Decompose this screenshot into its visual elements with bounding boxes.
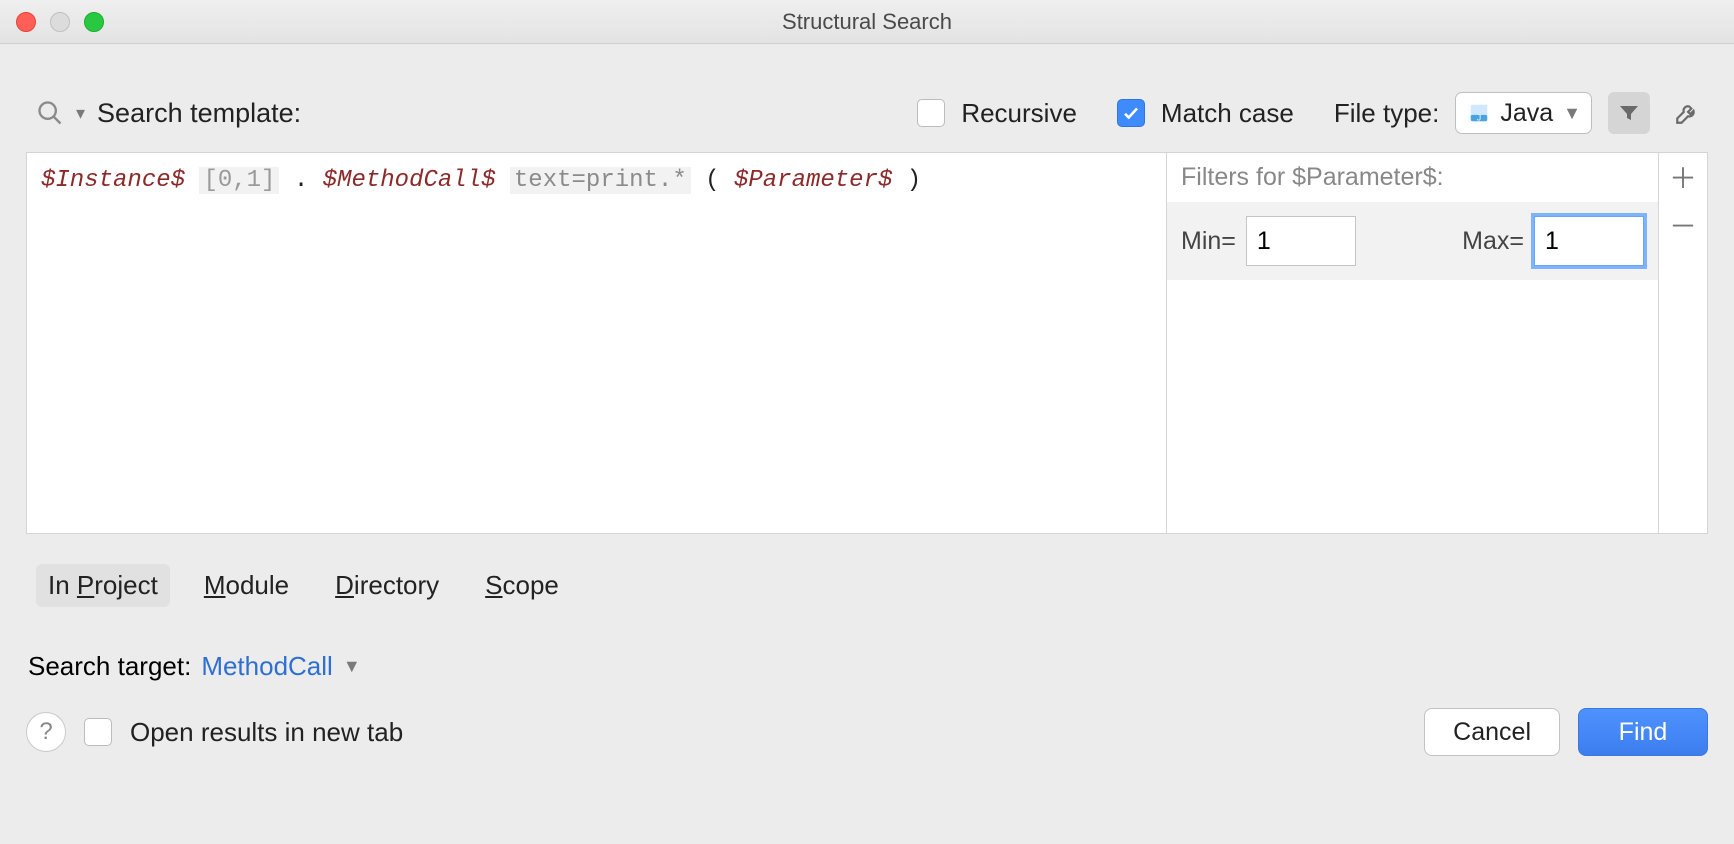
rparen: ) bbox=[907, 167, 921, 194]
tab-scope-post: cope bbox=[503, 570, 559, 600]
tab-in-project-u: P bbox=[77, 570, 94, 600]
lparen: ( bbox=[705, 167, 719, 194]
tab-directory-post: irectory bbox=[354, 570, 439, 600]
remove-filter-button[interactable]: － bbox=[1659, 201, 1707, 249]
filter-side-buttons: ＋ － bbox=[1659, 153, 1707, 533]
template-editor[interactable]: $Instance$ [0,1] . $MethodCall$ text=pri… bbox=[27, 153, 1167, 533]
filters-panel: Filters for $Parameter$: Min= Max= bbox=[1167, 153, 1659, 533]
recursive-label: Recursive bbox=[961, 98, 1077, 129]
tab-directory-u: D bbox=[335, 570, 354, 600]
min-input[interactable] bbox=[1246, 216, 1356, 266]
recursive-checkbox[interactable] bbox=[917, 99, 945, 127]
tab-in-project[interactable]: In Project bbox=[36, 564, 170, 607]
file-type-label: File type: bbox=[1334, 98, 1440, 129]
tab-directory[interactable]: Directory bbox=[323, 564, 451, 607]
tab-in-project-pre: In bbox=[48, 570, 77, 600]
open-new-tab-checkbox[interactable] bbox=[84, 718, 112, 746]
find-button[interactable]: Find bbox=[1578, 708, 1708, 756]
tools-button[interactable] bbox=[1666, 92, 1708, 134]
max-label: Max= bbox=[1462, 227, 1524, 256]
tab-module-post: odule bbox=[226, 570, 290, 600]
tab-in-project-post: roject bbox=[94, 570, 158, 600]
search-target-label: Search target: bbox=[28, 651, 191, 682]
var-instance: $Instance$ bbox=[41, 167, 185, 194]
add-filter-button[interactable]: ＋ bbox=[1659, 153, 1707, 201]
scope-tabs: In Project Module Directory Scope bbox=[36, 564, 1708, 607]
max-input[interactable] bbox=[1534, 216, 1644, 266]
search-target-value[interactable]: MethodCall bbox=[201, 651, 333, 682]
chevron-down-icon[interactable]: ▼ bbox=[343, 656, 361, 677]
tab-scope[interactable]: Scope bbox=[473, 564, 571, 607]
title-bar: Structural Search bbox=[0, 0, 1734, 44]
count-filter-row: Min= Max= bbox=[1167, 202, 1658, 280]
search-target-row: Search target: MethodCall ▼ bbox=[28, 651, 1708, 682]
java-file-icon: J bbox=[1468, 102, 1490, 124]
window-title: Structural Search bbox=[0, 9, 1734, 35]
help-button[interactable]: ? bbox=[26, 712, 66, 752]
history-dropdown-icon[interactable]: ▾ bbox=[76, 103, 85, 124]
var-parameter: $Parameter$ bbox=[734, 167, 892, 194]
tab-module[interactable]: Module bbox=[192, 564, 301, 607]
count-instance: [0,1] bbox=[199, 167, 279, 194]
svg-text:J: J bbox=[1477, 113, 1481, 122]
file-type-combo[interactable]: J Java ▼ bbox=[1455, 92, 1592, 134]
tab-scope-u: S bbox=[485, 570, 502, 600]
match-case-label: Match case bbox=[1161, 98, 1294, 129]
dot: . bbox=[294, 167, 308, 194]
filters-title: Filters for $Parameter$: bbox=[1167, 153, 1658, 202]
search-template-label: Search template: bbox=[97, 98, 301, 129]
filter-toggle-button[interactable] bbox=[1608, 92, 1650, 134]
search-icon bbox=[36, 99, 64, 127]
chevron-down-icon: ▼ bbox=[1563, 103, 1581, 124]
header-row: ▾ Search template: Recursive Match case … bbox=[36, 92, 1708, 134]
tab-module-u: M bbox=[204, 570, 226, 600]
var-method: $MethodCall$ bbox=[323, 167, 496, 194]
open-new-tab-label: Open results in new tab bbox=[130, 717, 403, 748]
match-case-checkbox[interactable] bbox=[1117, 99, 1145, 127]
method-annotation: text=print.* bbox=[510, 167, 691, 194]
file-type-value: Java bbox=[1500, 99, 1553, 128]
min-label: Min= bbox=[1181, 227, 1236, 256]
cancel-button[interactable]: Cancel bbox=[1424, 708, 1560, 756]
